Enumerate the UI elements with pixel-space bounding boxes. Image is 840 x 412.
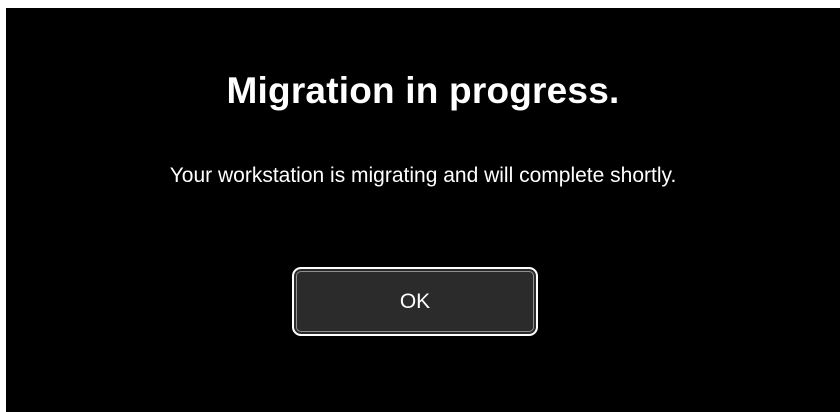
ok-button-label: OK [399, 289, 431, 313]
dialog-message: Your workstation is migrating and will c… [169, 164, 677, 187]
migration-dialog: Migration in progress. Your workstation … [6, 8, 840, 412]
dialog-title: Migration in progress. [226, 70, 620, 111]
ok-button[interactable]: OK [292, 267, 538, 336]
